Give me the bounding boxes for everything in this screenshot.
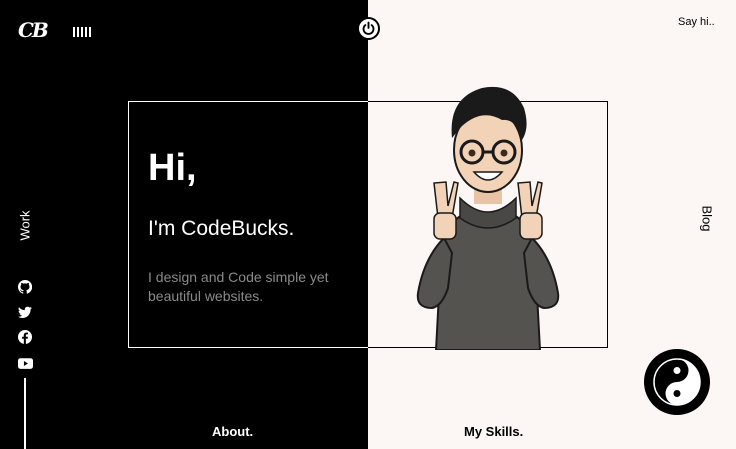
sound-toggle-icon[interactable] — [73, 27, 91, 37]
work-link[interactable]: Work — [10, 205, 40, 245]
social-divider-line — [24, 378, 26, 449]
yin-yang-icon[interactable] — [644, 349, 710, 415]
blog-label: Blog — [699, 204, 715, 232]
intro-text-panel: Hi, I'm CodeBucks. I design and Code sim… — [128, 101, 368, 348]
about-link[interactable]: About. — [212, 424, 253, 439]
intro-description: I design and Code simple yet beautiful w… — [148, 269, 329, 304]
power-icon — [362, 21, 375, 35]
name-heading: I'm CodeBucks. — [148, 217, 295, 240]
say-hi-link[interactable]: Say hi.. — [678, 16, 715, 28]
blog-link[interactable]: Blog — [692, 198, 722, 238]
logo[interactable]: CB — [18, 18, 49, 42]
avatar-illustration — [416, 86, 560, 350]
power-button[interactable] — [357, 17, 380, 40]
youtube-icon[interactable] — [17, 355, 33, 371]
greeting-heading: Hi, — [148, 147, 197, 189]
facebook-icon[interactable] — [17, 329, 33, 345]
github-icon[interactable] — [17, 279, 33, 295]
work-label: Work — [17, 209, 33, 241]
skills-link[interactable]: My Skills. — [464, 424, 523, 439]
twitter-icon[interactable] — [17, 304, 33, 320]
